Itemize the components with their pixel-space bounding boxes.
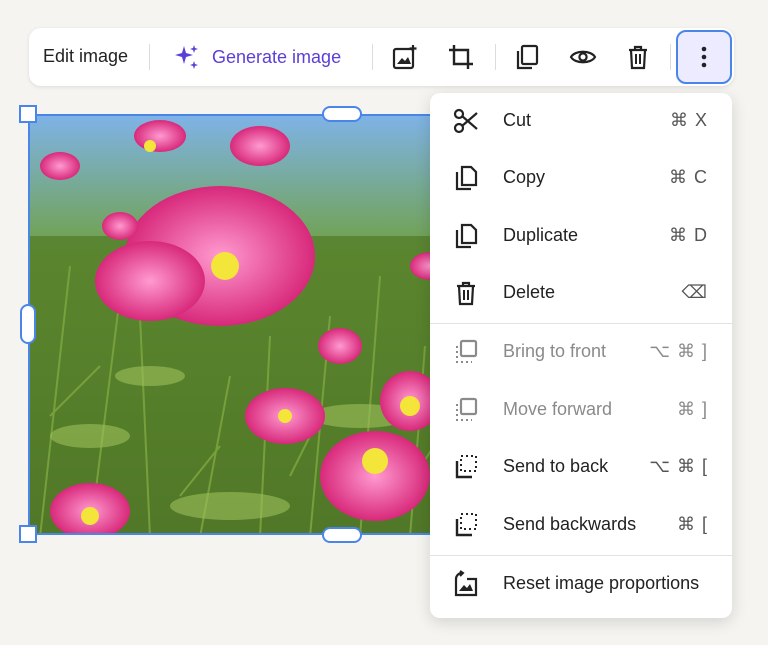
- toolbar-divider: [670, 44, 671, 70]
- move-forward-icon: [452, 396, 480, 424]
- menu-item-shortcut: ⌘ C: [669, 167, 708, 187]
- menu-item-duplicate[interactable]: Duplicate ⌘ D: [430, 208, 732, 264]
- menu-item-send-to-back[interactable]: Send to back ⌥ ⌘ [: [430, 439, 732, 495]
- menu-item-move-forward[interactable]: Move forward ⌘ ]: [430, 382, 732, 438]
- resize-handle-top-left[interactable]: [19, 105, 37, 123]
- flower-photo: [30, 116, 456, 533]
- delete-button[interactable]: [614, 33, 662, 81]
- menu-item-shortcut: ⌘ ]: [676, 399, 708, 419]
- trash-icon: [452, 279, 480, 307]
- menu-item-label: Copy: [503, 167, 546, 187]
- resize-handle-bottom-left[interactable]: [19, 525, 37, 543]
- menu-item-cut[interactable]: Cut ⌘ X: [430, 93, 732, 149]
- crop-icon: [449, 45, 473, 69]
- menu-item-shortcut: ⌘ D: [669, 225, 708, 245]
- bring-to-front-icon: [452, 338, 480, 366]
- menu-item-label: Move forward: [503, 399, 613, 419]
- menu-item-copy[interactable]: Copy ⌘ C: [430, 150, 732, 206]
- menu-item-label: Duplicate: [503, 225, 579, 245]
- menu-item-label: Delete: [503, 282, 556, 302]
- menu-item-shortcut: ⌥ ⌘ [: [649, 456, 708, 476]
- duplicate-icon: [452, 222, 480, 250]
- visibility-button[interactable]: [559, 33, 607, 81]
- duplicate-icon: [516, 44, 539, 70]
- toolbar-divider: [149, 44, 150, 70]
- menu-item-shortcut: ⌫: [681, 282, 708, 302]
- send-backwards-icon: [452, 511, 480, 539]
- more-vertical-icon: [701, 46, 707, 68]
- selected-image[interactable]: [28, 114, 458, 535]
- replace-image-button[interactable]: [381, 33, 429, 81]
- menu-item-shortcut: ⌥ ⌘ ]: [649, 341, 708, 361]
- menu-item-label: Send to back: [503, 456, 609, 476]
- more-options-menu: Cut ⌘ X Copy ⌘ C Duplicate ⌘ D Delete ⌫ …: [430, 93, 732, 618]
- add-image-icon: [392, 45, 417, 70]
- menu-item-send-backwards[interactable]: Send backwards ⌘ [: [430, 497, 732, 553]
- trash-icon: [629, 45, 647, 70]
- resize-handle-left[interactable]: [20, 304, 36, 344]
- toolbar-divider: [372, 44, 373, 70]
- menu-item-reset-image-proportions[interactable]: Reset image proportions: [430, 556, 732, 612]
- menu-item-label: Cut: [503, 110, 532, 130]
- copy-icon: [452, 164, 480, 192]
- eye-icon: [569, 50, 597, 64]
- edit-image-button[interactable]: Edit image: [43, 46, 128, 67]
- menu-item-shortcut: ⌘ X: [669, 110, 708, 130]
- menu-item-label: Bring to front: [503, 341, 607, 361]
- generate-image-button[interactable]: Generate image: [172, 42, 341, 72]
- menu-item-label: Send backwards: [503, 514, 637, 534]
- sparkles-icon: [175, 45, 198, 69]
- resize-handle-top[interactable]: [322, 106, 362, 122]
- duplicate-button[interactable]: [503, 33, 551, 81]
- resize-handle-bottom[interactable]: [322, 527, 362, 543]
- more-options-button[interactable]: [676, 30, 732, 84]
- menu-item-delete[interactable]: Delete ⌫: [430, 265, 732, 321]
- menu-item-shortcut: ⌘ [: [676, 514, 708, 534]
- generate-image-label: Generate image: [212, 46, 342, 67]
- menu-item-bring-to-front[interactable]: Bring to front ⌥ ⌘ ]: [430, 324, 732, 380]
- crop-button[interactable]: [437, 33, 485, 81]
- menu-item-label: Reset image proportions: [503, 573, 700, 593]
- image-toolbar: Edit image Generate image: [29, 28, 734, 86]
- send-to-back-icon: [452, 453, 480, 481]
- reset-proportions-icon: [452, 570, 480, 598]
- toolbar-divider: [495, 44, 496, 70]
- scissors-icon: [452, 107, 480, 135]
